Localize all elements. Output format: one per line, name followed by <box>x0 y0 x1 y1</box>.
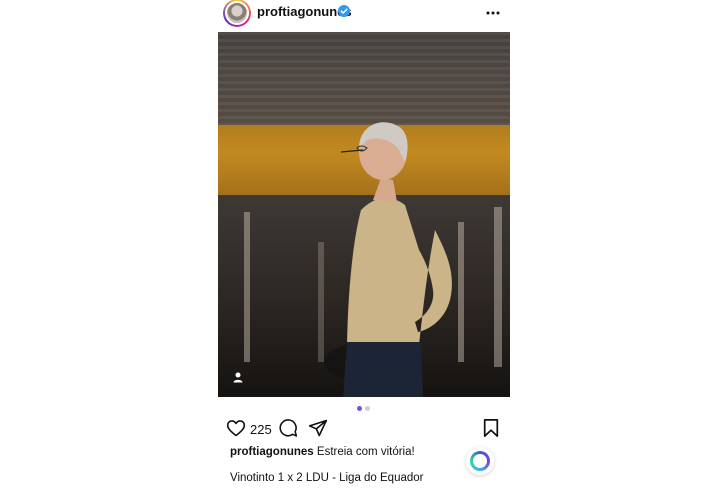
ai-assistant-button[interactable] <box>466 447 494 475</box>
post-caption: proftiagonunes Estreia com vitória! <box>230 446 415 458</box>
user-tag-icon[interactable] <box>232 371 244 383</box>
background-post <box>244 212 250 362</box>
post-photo[interactable] <box>218 32 510 397</box>
send-paper-plane-icon[interactable] <box>308 418 328 438</box>
heart-icon[interactable] <box>226 418 246 438</box>
verified-badge-icon <box>338 5 350 17</box>
story-ring[interactable] <box>223 0 251 27</box>
comment-bubble-icon[interactable] <box>278 418 298 438</box>
ai-assistant-ring-icon <box>470 451 490 471</box>
coach-figure <box>324 122 452 397</box>
carousel-dot-active <box>357 406 362 411</box>
post-actions: 225 <box>226 418 502 440</box>
bookmark-icon[interactable] <box>482 418 500 438</box>
like-count[interactable]: 225 <box>250 422 272 437</box>
avatar[interactable] <box>225 1 249 25</box>
caption-username[interactable]: proftiagonunes <box>230 446 314 458</box>
post-header: proftiagonunes <box>220 0 510 27</box>
caption-text: Estreia com vitória! <box>316 446 415 458</box>
carousel-indicator <box>357 406 371 411</box>
background-post <box>494 207 502 367</box>
carousel-dot <box>365 406 370 411</box>
more-options-icon[interactable] <box>486 2 500 18</box>
caption-second-line: Vinotinto 1 x 2 LDU - Liga do Equador <box>230 472 424 484</box>
